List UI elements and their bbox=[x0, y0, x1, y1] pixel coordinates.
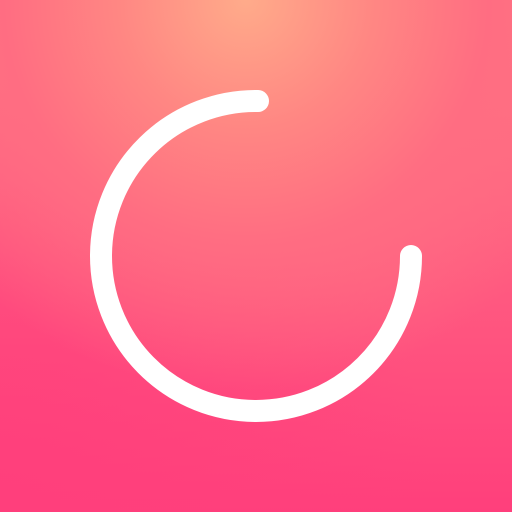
circular-loading-spinner-icon bbox=[90, 89, 422, 422]
loading-screen-background bbox=[0, 0, 512, 512]
spinner-arc bbox=[90, 89, 422, 422]
